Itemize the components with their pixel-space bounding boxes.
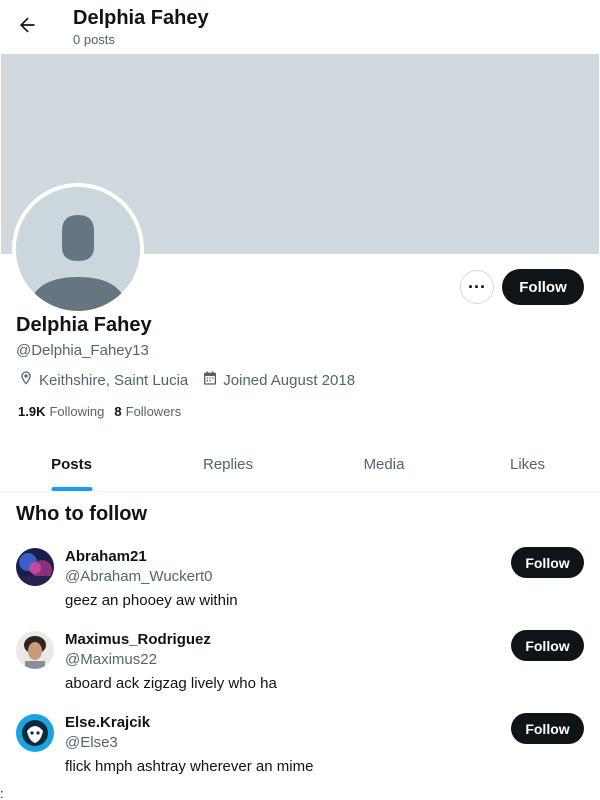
tab-posts[interactable]: Posts <box>0 440 143 491</box>
location-item: Keithshire, Saint Lucia <box>18 370 188 390</box>
avatar[interactable] <box>16 631 54 669</box>
suggestion-name[interactable]: Else.Krajcik <box>65 714 150 731</box>
suggestion-bio: aboard ack zigzag lively who ha <box>65 675 277 692</box>
suggestion-follow-button[interactable]: Follow <box>511 547 584 578</box>
suggestion-handle: @Abraham_Wuckert0 <box>65 568 213 585</box>
suggestion-follow-button[interactable]: Follow <box>511 713 584 744</box>
suggestion-bio: geez an phooey aw within <box>65 592 238 609</box>
avatar[interactable] <box>16 548 54 586</box>
who-to-follow-title: Who to follow <box>16 503 148 525</box>
tab-media[interactable]: Media <box>313 440 455 491</box>
tab-posts-label: Posts <box>51 456 92 473</box>
suggestion-name[interactable]: Abraham21 <box>65 548 147 565</box>
header-title: Delphia Fahey <box>73 7 209 29</box>
suggestion-handle: @Maximus22 <box>65 651 157 668</box>
joined-text: Joined August 2018 <box>223 371 356 389</box>
suggestion-item[interactable]: Maximus_Rodriguez @Maximus22 aboard ack … <box>0 630 600 711</box>
suggestion-follow-button[interactable]: Follow <box>511 630 584 661</box>
joined-item: Joined August 2018 <box>202 370 355 390</box>
tab-media-label: Media <box>363 456 405 473</box>
suggestion-item[interactable]: Abraham21 @Abraham_Wuckert0 geez an phoo… <box>0 547 600 628</box>
location-text: Keithshire, Saint Lucia <box>39 371 189 389</box>
header-post-count: 0 posts <box>73 32 115 47</box>
followers-count: 8 <box>114 404 122 419</box>
tab-likes[interactable]: Likes <box>455 440 600 491</box>
stray-character: : <box>0 786 4 800</box>
profile-meta: Keithshire, Saint Lucia Joined August 20… <box>18 370 369 390</box>
tab-replies-label: Replies <box>202 456 254 473</box>
default-avatar-icon <box>16 187 140 311</box>
tab-likes-label: Likes <box>509 456 546 473</box>
more-icon: ··· <box>468 276 486 297</box>
following-link[interactable]: 1.9K Following <box>18 404 104 419</box>
followers-label: Followers <box>125 404 182 419</box>
active-tab-indicator <box>51 487 92 491</box>
suggestion-item[interactable]: Else.Krajcik @Else3 flick hmph ashtray w… <box>0 713 600 794</box>
suggestion-bio: flick hmph ashtray wherever an mime <box>65 758 314 775</box>
calendar-icon <box>202 370 223 390</box>
following-count: 1.9K <box>18 404 46 419</box>
profile-name: Delphia Fahey <box>16 314 152 336</box>
suggestion-name[interactable]: Maximus_Rodriguez <box>65 631 211 648</box>
location-pin-icon <box>18 370 39 390</box>
profile-tabs: Posts Replies Media Likes <box>0 440 600 492</box>
tab-replies[interactable]: Replies <box>143 440 313 491</box>
following-label: Following <box>49 404 105 419</box>
profile-stats: 1.9K Following 8 Followers <box>18 404 191 419</box>
more-options-button[interactable]: ··· <box>460 270 494 304</box>
profile-avatar[interactable] <box>12 183 144 315</box>
suggestion-handle: @Else3 <box>65 734 118 751</box>
top-bar: Delphia Fahey 0 posts <box>0 0 600 54</box>
back-button[interactable] <box>10 10 44 44</box>
followers-link[interactable]: 8 Followers <box>114 404 181 419</box>
arrow-left-icon <box>17 15 37 40</box>
avatar[interactable] <box>16 714 54 752</box>
profile-handle: @Delphia_Fahey13 <box>16 342 149 359</box>
follow-button[interactable]: Follow <box>502 269 584 305</box>
